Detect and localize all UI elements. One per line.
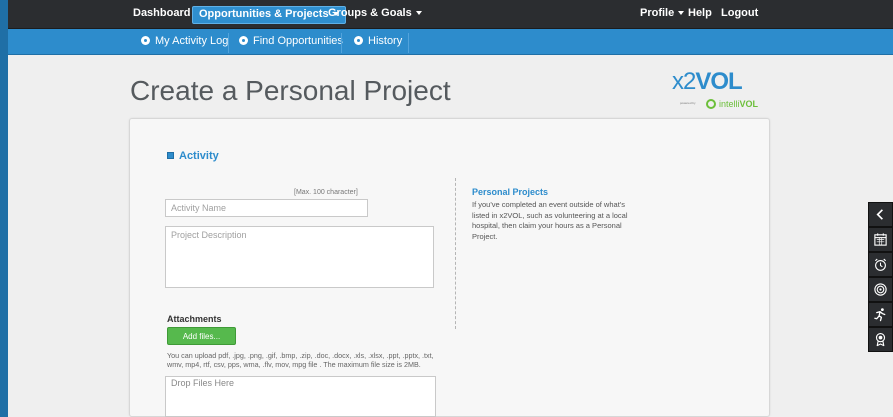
activity-section-title: Activity [179,150,219,162]
personal-projects-title: Personal Projects [472,187,549,197]
upload-note: You can upload pdf, .jpg, .png, .gif, .b… [167,351,434,369]
search-icon [239,36,248,45]
subnav-my-activity-log[interactable]: My Activity Log [141,29,228,55]
nav-dashboard[interactable]: Dashboard [133,7,190,19]
runner-button[interactable] [868,302,893,327]
section-square-icon [167,152,174,159]
logo-powered-by: powered by [680,101,696,105]
target-button[interactable] [868,277,893,302]
project-description-textarea[interactable] [165,226,434,288]
nav-profile[interactable]: Profile [640,7,685,19]
activity-log-icon [141,36,150,45]
x2vol-logo: x2VOL powered by intelliVOL [672,68,782,114]
nav-groups-goals[interactable]: Groups & Goals [328,7,422,19]
page-title: Create a Personal Project [130,75,451,106]
chevron-down-icon [678,11,685,16]
collapse-button[interactable] [868,202,893,227]
logo-wordmark: x2VOL [672,68,743,96]
sub-nav: My Activity Log Find Opportunities Histo… [8,29,893,55]
history-icon [354,36,363,45]
add-files-button[interactable]: Add files... [167,327,236,345]
runner-icon [874,308,886,322]
subnav-activity-log-label: My Activity Log [155,35,229,47]
left-edge-strip [0,0,8,417]
award-icon [875,333,886,347]
nav-groups-label: Groups & Goals [328,7,412,19]
personal-projects-description: If you've completed an event outside of … [472,200,628,241]
activity-section-header: Activity [167,150,219,162]
subnav-find-label: Find Opportunities [253,35,343,47]
logo-vol: VOL [695,68,742,95]
logo-intelli: intelli [719,99,740,109]
nav-help[interactable]: Help [688,7,712,19]
intellivol-logo-icon [706,99,716,109]
subnav-separator [341,33,342,53]
target-icon [874,283,887,296]
nav-opportunities-projects[interactable]: Opportunities & Projects [192,6,346,24]
subnav-history-label: History [368,35,403,47]
calendar-icon [874,233,887,246]
subnav-separator [228,33,229,53]
chevron-down-icon [415,11,422,16]
nav-opportunities-label: Opportunities & Projects [199,8,329,20]
drop-files-zone[interactable]: Drop Files Here [165,376,436,417]
alarm-clock-icon [874,258,887,271]
calendar-button[interactable] [868,227,893,252]
award-button[interactable] [868,327,893,352]
activity-name-input[interactable] [165,199,368,217]
subnav-separator [408,33,409,53]
column-divider [455,178,456,329]
logo-intelli-vol: VOL [739,99,759,109]
alarm-clock-button[interactable] [868,252,893,277]
nav-profile-label: Profile [640,7,675,19]
subnav-history[interactable]: History [354,29,402,55]
max-character-hint: [Max. 100 character] [294,189,358,196]
logo-x2: x2 [672,68,696,95]
attachments-title: Attachments [167,314,222,324]
nav-logout[interactable]: Logout [721,7,758,19]
chevron-left-icon [876,209,883,220]
logo-intellivol: intelliVOL [719,99,758,109]
top-nav: Dashboard Opportunities & Projects Group… [8,0,893,29]
drop-files-label: Drop Files Here [171,378,235,388]
subnav-find-opportunities[interactable]: Find Opportunities [239,29,343,55]
